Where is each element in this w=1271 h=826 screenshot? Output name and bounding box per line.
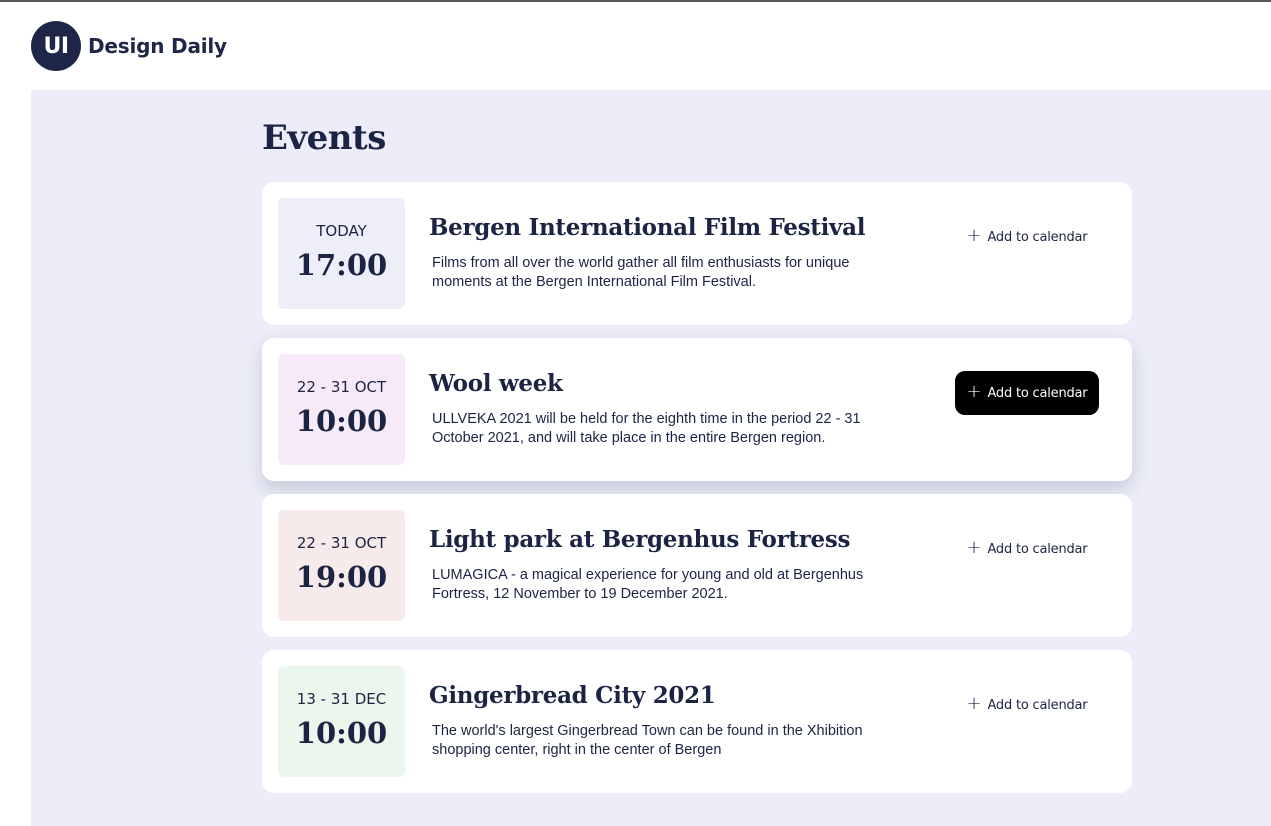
event-description: LUMAGICA - a magical experience for youn… [432, 567, 864, 602]
event-date: 13 - 31 DEC [296, 690, 387, 708]
event-date-box: 22 - 31 OCT 10:00 [278, 354, 405, 465]
event-title: Light park at Bergenhus Fortress [429, 526, 851, 553]
add-to-calendar-label: Add to calendar [987, 541, 1088, 557]
event-title: Wool week [429, 370, 563, 397]
add-to-calendar-label: Add to calendar [987, 697, 1088, 713]
logo-badge[interactable]: UI [31, 21, 81, 71]
brand-name[interactable]: Design Daily [88, 34, 227, 58]
event-title: Gingerbread City 2021 [429, 682, 716, 709]
add-to-calendar-button[interactable]: + Add to calendar [955, 371, 1099, 415]
logo-initials: UI [43, 33, 69, 59]
plus-icon: + [966, 693, 982, 714]
event-card: TODAY 17:00 Bergen International Film Fe… [262, 182, 1132, 325]
event-description: The world's largest Gingerbread Town can… [432, 723, 863, 758]
event-time: 10:00 [295, 716, 388, 750]
event-date: 22 - 31 OCT [296, 534, 387, 552]
event-date-box: 13 - 31 DEC 10:00 [278, 666, 405, 777]
plus-icon: + [966, 225, 982, 246]
event-time: 17:00 [295, 248, 388, 282]
event-date: 22 - 31 OCT [296, 378, 387, 396]
add-to-calendar-button[interactable]: + Add to calendar [955, 683, 1099, 727]
event-date-box: 22 - 31 OCT 19:00 [278, 510, 405, 621]
event-card: 13 - 31 DEC 10:00 Gingerbread City 2021 … [262, 650, 1132, 793]
event-title: Bergen International Film Festival [429, 214, 866, 241]
event-description: ULLVEKA 2021 will be held for the eighth… [432, 411, 861, 446]
plus-icon: + [966, 381, 982, 402]
event-date: TODAY [316, 222, 367, 240]
event-description: Films from all over the world gather all… [432, 255, 850, 290]
event-date-box: TODAY 17:00 [278, 198, 405, 309]
add-to-calendar-label: Add to calendar [987, 229, 1088, 245]
plus-icon: + [966, 537, 982, 558]
event-time: 10:00 [295, 404, 388, 438]
add-to-calendar-button[interactable]: + Add to calendar [955, 215, 1099, 259]
event-time: 19:00 [295, 560, 388, 594]
event-card: 22 - 31 OCT 19:00 Light park at Bergenhu… [262, 494, 1132, 637]
site-header: UI Design Daily [0, 2, 1271, 90]
event-card: 22 - 31 OCT 10:00 Wool week ULLVEKA 2021… [262, 338, 1132, 481]
page-title: Events [262, 118, 386, 158]
add-to-calendar-label: Add to calendar [987, 385, 1088, 401]
add-to-calendar-button[interactable]: + Add to calendar [955, 527, 1099, 571]
